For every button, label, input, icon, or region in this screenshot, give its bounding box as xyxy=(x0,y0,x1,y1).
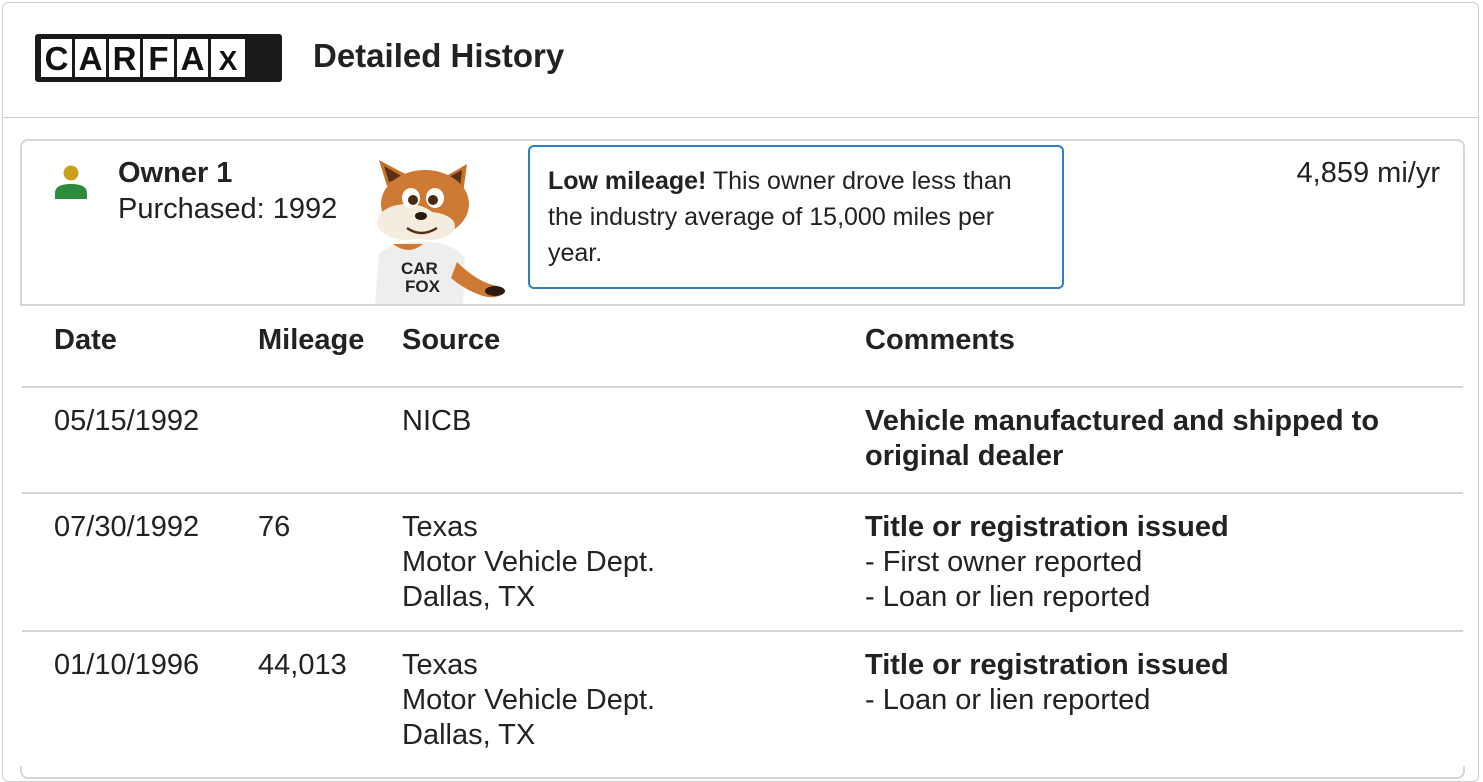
row-comment-title: Vehicle manufactured and shipped to orig… xyxy=(865,405,1380,472)
logo-letter: F xyxy=(143,39,174,77)
row-comment-item: - Loan or lien reported xyxy=(865,684,1151,716)
carfax-logo: C A R F A X xyxy=(35,34,282,82)
history-table xyxy=(20,304,1465,766)
row-date: 07/30/1992 xyxy=(54,511,200,543)
carfox-mascot: CAR FOX xyxy=(375,160,505,306)
logo-letter: A xyxy=(177,39,208,77)
row-comment-title: Title or registration issued xyxy=(865,511,1229,543)
logo-letter: R xyxy=(109,39,140,77)
column-header-source: Source xyxy=(402,324,501,356)
owner-purchased: Purchased: 1992 xyxy=(118,193,338,225)
row-comment-item: - First owner reported xyxy=(865,546,1143,578)
row-source-line: Motor Vehicle Dept. xyxy=(402,546,656,578)
owner-name: Owner 1 xyxy=(118,157,233,189)
logo-letter: A xyxy=(75,39,106,77)
row-divider xyxy=(22,386,1463,388)
row-source-line: Texas xyxy=(402,511,478,543)
person-icon xyxy=(55,165,87,199)
mileage-rate: 4,859 mi/yr xyxy=(1296,157,1440,189)
row-source-line: Texas xyxy=(402,649,478,681)
row-date: 05/15/1992 xyxy=(54,405,200,437)
row-source-line: Motor Vehicle Dept. xyxy=(402,684,656,716)
row-date: 01/10/1996 xyxy=(54,649,200,681)
low-mileage-callout: Low mileage! This owner drove less than … xyxy=(528,145,1064,289)
mascot-shirt-text: CAR xyxy=(401,259,438,278)
row-comment-item: - Loan or lien reported xyxy=(865,581,1151,613)
column-header-mileage: Mileage xyxy=(258,324,365,356)
column-header-date: Date xyxy=(54,324,117,356)
row-comment-title: Title or registration issued xyxy=(865,649,1229,681)
row-source-line: Dallas, TX xyxy=(402,719,536,751)
page-title: Detailed History xyxy=(313,37,565,74)
mascot-shirt-text: FOX xyxy=(405,277,441,296)
callout-highlight: Low mileage! xyxy=(548,167,707,195)
logo-letter: C xyxy=(41,39,72,77)
column-header-comments: Comments xyxy=(865,324,1015,356)
row-source-line: Dallas, TX xyxy=(402,581,536,613)
row-divider xyxy=(22,630,1463,632)
logo-letter: X xyxy=(211,39,245,77)
row-divider xyxy=(22,492,1463,494)
row-source: NICB xyxy=(402,405,472,437)
row-mileage: 76 xyxy=(258,511,291,543)
row-mileage: 44,013 xyxy=(258,649,347,681)
